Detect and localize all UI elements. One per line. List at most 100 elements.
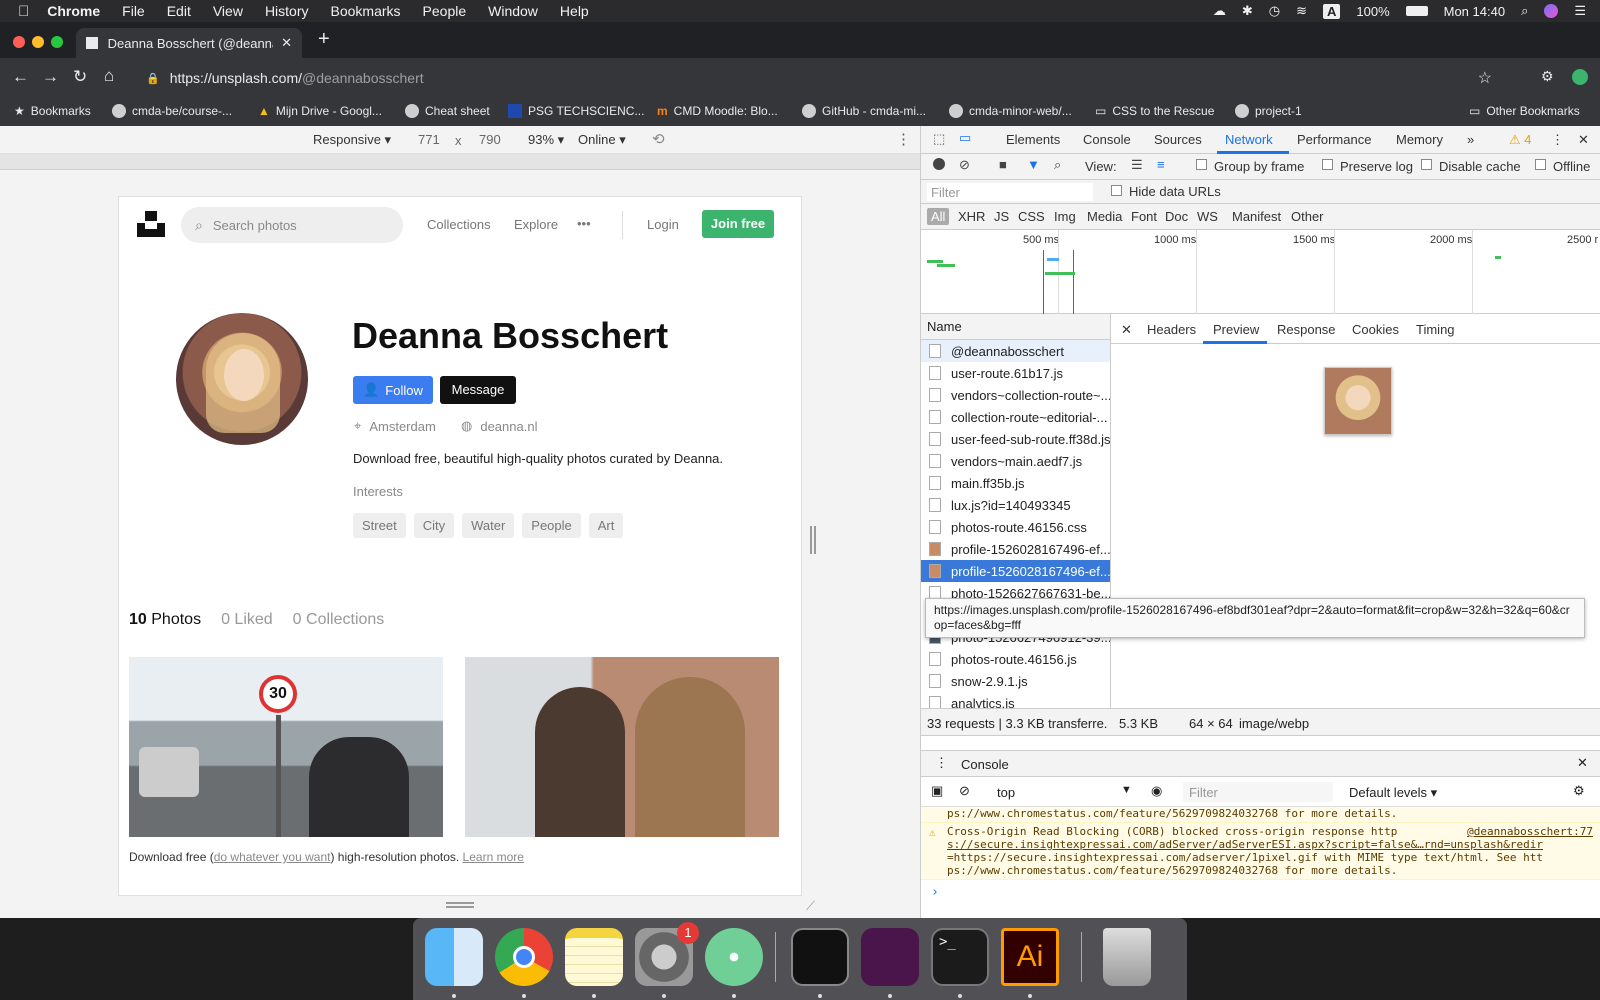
disable-cache-checkbox[interactable] xyxy=(1421,159,1432,170)
bookmark-cheat-sheet[interactable]: Cheat sheet xyxy=(405,104,490,118)
photo-street[interactable]: 30 xyxy=(129,657,443,837)
extension-icon[interactable]: ⚙ xyxy=(1541,68,1554,85)
search-input[interactable]: Search photos xyxy=(213,218,297,233)
request-row[interactable]: analytics.js xyxy=(921,692,1110,708)
address-bar[interactable]: 🔒 https://unsplash.com/@deannabosschert … xyxy=(134,65,1504,91)
menu-people[interactable]: People xyxy=(423,3,467,19)
request-row[interactable]: lux.js?id=140493345 xyxy=(921,494,1110,516)
context-select[interactable]: top xyxy=(997,785,1015,800)
request-row[interactable]: main.ff35b.js xyxy=(921,472,1110,494)
bookmark-bookmarks[interactable]: ★ Bookmarks xyxy=(14,104,91,118)
illustrator-icon[interactable]: Ai xyxy=(1001,928,1059,986)
tab-memory[interactable]: Memory xyxy=(1396,132,1443,147)
chrome-icon[interactable] xyxy=(495,928,553,986)
resize-handle-bottom[interactable] xyxy=(446,902,474,908)
bookmark-mijn-drive[interactable]: ▲ Mijn Drive - Googl... xyxy=(258,104,382,118)
slack-icon[interactable] xyxy=(861,928,919,986)
tab-sources[interactable]: Sources xyxy=(1154,132,1202,147)
type-img[interactable]: Img xyxy=(1054,209,1076,224)
hide-data-urls-checkbox[interactable] xyxy=(1111,185,1122,196)
request-row[interactable]: photos-route.46156.css xyxy=(921,516,1110,538)
trash-icon[interactable] xyxy=(1103,928,1151,986)
type-manifest[interactable]: Manifest xyxy=(1232,209,1281,224)
close-window-button[interactable] xyxy=(13,36,25,48)
menu-history[interactable]: History xyxy=(265,3,309,19)
home-icon[interactable]: ⌂ xyxy=(104,66,114,86)
type-font[interactable]: Font xyxy=(1131,209,1157,224)
close-detail-icon[interactable]: ✕ xyxy=(1121,322,1132,338)
request-row[interactable]: @deannabosschert xyxy=(921,340,1110,362)
tag-people[interactable]: People xyxy=(522,513,581,538)
bookmark-star-icon[interactable]: ☆ xyxy=(1478,68,1492,88)
type-xhr[interactable]: XHR xyxy=(958,209,985,224)
forward-icon[interactable]: → xyxy=(42,67,59,87)
spotlight-icon[interactable]: ⌕ xyxy=(1521,3,1528,19)
device-width-input[interactable]: 771 xyxy=(418,132,440,147)
tab-preview[interactable]: Preview xyxy=(1213,322,1259,337)
group-by-frame-checkbox[interactable] xyxy=(1196,159,1207,170)
rotate-icon[interactable]: ⟲ xyxy=(652,130,665,148)
request-row[interactable]: user-route.61b17.js xyxy=(921,362,1110,384)
request-row[interactable]: vendors~main.aedf7.js xyxy=(921,450,1110,472)
type-doc[interactable]: Doc xyxy=(1165,209,1188,224)
type-media[interactable]: Media xyxy=(1087,209,1122,224)
bookmark-github-cmda[interactable]: GitHub - cmda-mi... xyxy=(802,104,926,118)
nav-collections[interactable]: Collections xyxy=(427,217,491,232)
resize-corner-icon[interactable]: ⟋ xyxy=(806,898,815,914)
tab-headers[interactable]: Headers xyxy=(1147,322,1196,337)
close-drawer-icon[interactable]: ✕ xyxy=(1577,755,1588,771)
waterfall-view-icon[interactable]: ≡ xyxy=(1157,157,1165,172)
type-ws[interactable]: WS xyxy=(1197,209,1218,224)
new-tab-icon[interactable]: + xyxy=(318,28,330,51)
tab-cookies[interactable]: Cookies xyxy=(1352,322,1399,337)
type-css[interactable]: CSS xyxy=(1018,209,1045,224)
website-link[interactable]: ◍ deanna.nl xyxy=(461,418,537,434)
reload-icon[interactable]: ↻ xyxy=(73,67,87,87)
offline-checkbox[interactable] xyxy=(1535,159,1546,170)
finder-icon[interactable] xyxy=(425,928,483,986)
zoom-select[interactable]: 93% ▾ xyxy=(528,132,564,148)
minimize-window-button[interactable] xyxy=(32,36,44,48)
request-row[interactable]: vendors~collection-route~... xyxy=(921,384,1110,406)
tab-response[interactable]: Response xyxy=(1277,322,1336,337)
notes-icon[interactable] xyxy=(565,928,623,986)
tag-art[interactable]: Art xyxy=(588,513,624,538)
tab-network[interactable]: Network xyxy=(1225,132,1273,147)
request-row[interactable]: photos-route.46156.js xyxy=(921,648,1110,670)
clock[interactable]: Mon 14:40 xyxy=(1444,4,1505,19)
request-row[interactable]: user-feed-sub-route.ff38d.js xyxy=(921,428,1110,450)
tab-collections[interactable]: 0 Collections xyxy=(293,611,385,629)
console-prompt[interactable]: › xyxy=(921,880,1600,899)
tag-street[interactable]: Street xyxy=(353,513,406,538)
back-icon[interactable]: ← xyxy=(12,67,29,87)
menu-window[interactable]: Window xyxy=(488,3,538,19)
tab-performance[interactable]: Performance xyxy=(1297,132,1371,147)
bookmark-cmda-minor-web[interactable]: cmda-minor-web/... xyxy=(949,104,1072,118)
warnings-count[interactable]: ⚠ 4 xyxy=(1509,132,1532,148)
type-other[interactable]: Other xyxy=(1291,209,1324,224)
device-mode-select[interactable]: Responsive ▾ xyxy=(313,132,391,148)
creative-cloud-icon[interactable]: ☁ xyxy=(1213,3,1226,19)
devtools-menu-icon[interactable]: ⋮ xyxy=(1551,132,1564,148)
tag-water[interactable]: Water xyxy=(462,513,515,538)
device-height-input[interactable]: 790 xyxy=(479,132,501,147)
clear-icon[interactable]: ⊘ xyxy=(959,157,970,173)
menu-edit[interactable]: Edit xyxy=(167,3,191,19)
license-link[interactable]: do whatever you want xyxy=(214,850,331,864)
tab-liked[interactable]: 0 Liked xyxy=(221,611,273,629)
chromestatus-link[interactable]: ps://www.chromestatus.com/feature/562970… xyxy=(947,807,1397,820)
clear-console-icon[interactable]: ⊘ xyxy=(959,783,970,799)
profile-avatar[interactable] xyxy=(1572,69,1588,85)
context-dropdown-icon[interactable]: ▼ xyxy=(1121,784,1132,796)
sidebar-toggle-icon[interactable]: ▣ xyxy=(931,783,943,799)
bookmark-cmda-be[interactable]: cmda-be/course-... xyxy=(112,104,232,118)
menu-help[interactable]: Help xyxy=(560,3,589,19)
message-button[interactable]: Message xyxy=(440,376,516,404)
browser-tab[interactable]: Deanna Bosschert (@deannabc ✕ xyxy=(76,28,302,58)
terminal-icon[interactable]: >_ xyxy=(931,928,989,986)
request-row[interactable]: profile-1526028167496-ef... xyxy=(921,538,1110,560)
media-query-ruler[interactable] xyxy=(0,154,920,170)
preserve-log-checkbox[interactable] xyxy=(1322,159,1333,170)
network-throttle-select[interactable]: Online ▾ xyxy=(578,132,626,148)
record-icon[interactable] xyxy=(933,158,945,170)
